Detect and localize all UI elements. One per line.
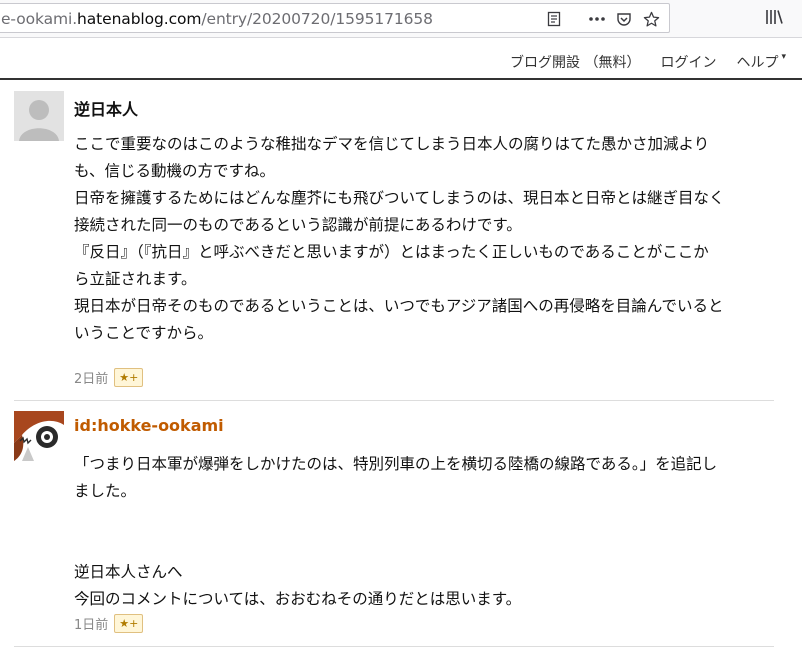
bookmark-star-icon[interactable]: [640, 8, 662, 30]
address-bar[interactable]: e-ookami.hatenablog.com/entry/20200720/1…: [0, 3, 670, 33]
comment-line: ら立証されます。: [74, 270, 197, 288]
comment-line: 日帝を擁護するためにはどんな塵芥にも飛びついてしまうのは、現日本と日帝とは継ぎ目…: [74, 189, 725, 207]
header-nav: ブログ開設 （無料） ログイン ヘルプ ▾: [490, 52, 786, 72]
comment-author: 逆日本人: [74, 100, 139, 119]
comment-line: 現日本が日帝そのものであるということは、いつでもアジア諸国への再侵略を目論んでい…: [74, 297, 724, 315]
comment-divider: [14, 646, 774, 647]
comment-line: ました。: [74, 482, 137, 500]
add-star-button[interactable]: ★+: [114, 614, 144, 633]
comment-line: も、信じる動機の方ですね。: [74, 162, 276, 180]
comment-footer: 2日前 ★+: [74, 368, 144, 387]
comment-divider: [14, 400, 774, 401]
nav-help[interactable]: ヘルプ ▾: [736, 52, 786, 71]
comment-line: [74, 505, 774, 532]
comment-line: 『反日』（『抗日』と呼ぶべきだと思いますが）とはまったく正しいものであることがこ…: [74, 243, 709, 261]
comment-author-link[interactable]: id:hokke-ookami: [74, 416, 224, 435]
more-actions-icon[interactable]: [586, 8, 608, 30]
pocket-icon[interactable]: [613, 8, 635, 30]
url-prefix: e-ookami.: [1, 10, 78, 28]
comment-line: [74, 532, 774, 559]
comment-line: いうことですから。: [74, 324, 214, 342]
comment-line: 逆日本人さんへ: [74, 563, 183, 581]
comment-line: 今回のコメントについては、おおむねその通りだとは思います。: [74, 590, 522, 608]
add-star-button[interactable]: ★+: [114, 368, 144, 387]
comment: id:hokke-ookami 「つまり日本軍が爆弾をしかけたのは、特別列車の上…: [14, 411, 774, 641]
browser-toolbar: e-ookami.hatenablog.com/entry/20200720/1…: [0, 0, 802, 38]
comment-line: 接続された同一のものであるという認識が前提にあるわけです。: [74, 216, 522, 234]
library-icon[interactable]: [764, 8, 790, 30]
nav-login[interactable]: ログイン: [660, 55, 716, 71]
comment-line: ここで重要なのはこのような稚拙なデマを信じてしまう日本人の腐りはてた愚かさ加減よ…: [74, 135, 710, 153]
avatar[interactable]: [14, 411, 64, 461]
chevron-down-icon: ▾: [781, 52, 786, 62]
comment-footer: 1日前 ★+: [74, 614, 144, 633]
wolf-avatar-icon: [14, 411, 64, 461]
comment-line: 「つまり日本軍が爆弾をしかけたのは、特別列車の上を横切る陸橋の線路である。」を追…: [74, 455, 718, 473]
comment: 逆日本人 ここで重要なのはこのような稚拙なデマを信じてしまう日本人の腐りはてた愚…: [14, 91, 774, 391]
comment-time[interactable]: 2日前: [74, 368, 108, 387]
reader-view-icon[interactable]: [543, 8, 565, 30]
comment-time[interactable]: 1日前: [74, 614, 108, 633]
nav-help-label: ヘルプ: [736, 55, 779, 71]
nav-blog-signup[interactable]: ブログ開設 （無料）: [510, 55, 640, 71]
avatar[interactable]: [14, 91, 64, 141]
url-host: hatenablog.com: [77, 10, 202, 28]
default-user-icon: [14, 91, 64, 141]
comment-body: ここで重要なのはこのような稚拙なデマを信じてしまう日本人の腐りはてた愚かさ加減よ…: [74, 131, 774, 347]
url-path: /entry/20200720/1595171658: [201, 10, 433, 28]
comment-body: 「つまり日本軍が爆弾をしかけたのは、特別列車の上を横切る陸橋の線路である。」を追…: [74, 451, 774, 613]
site-header: ブログ開設 （無料） ログイン ヘルプ ▾: [0, 38, 802, 80]
url-text[interactable]: e-ookami.hatenablog.com/entry/20200720/1…: [1, 10, 433, 28]
